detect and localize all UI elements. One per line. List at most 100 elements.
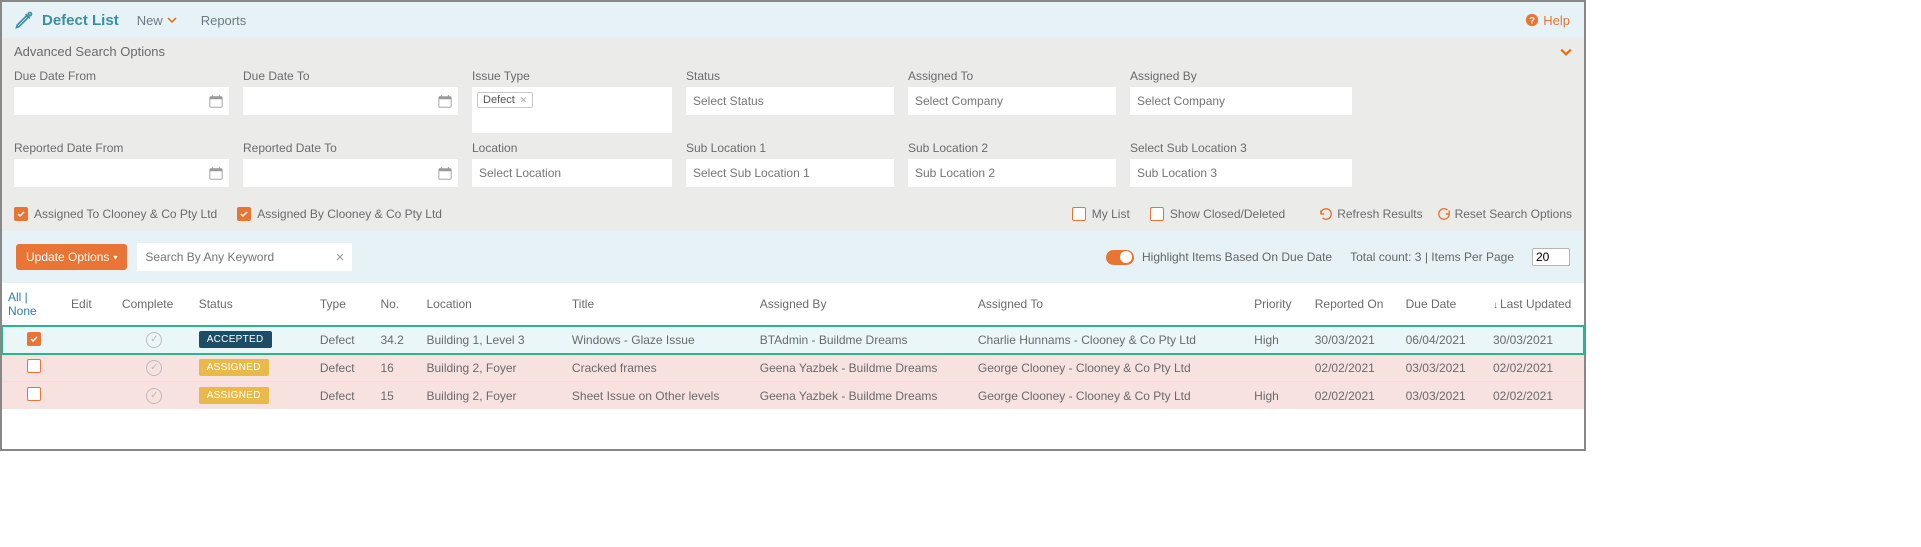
cell-title: Windows - Glaze Issue (566, 326, 754, 354)
update-options-button[interactable]: Update Options ▾ (16, 244, 127, 270)
cell-title: Sheet Issue on Other levels (566, 382, 754, 410)
calendar-icon[interactable] (438, 94, 452, 108)
reset-icon (1437, 207, 1451, 221)
complete-icon[interactable]: ✓ (146, 360, 162, 376)
refresh-icon (1319, 207, 1333, 221)
checkbox-empty-icon (1150, 207, 1164, 221)
keyword-search-input[interactable]: × (137, 243, 352, 271)
col-type[interactable]: Type (314, 283, 375, 326)
highlight-toggle[interactable] (1106, 250, 1134, 265)
items-per-page-input[interactable] (1532, 248, 1570, 266)
cell-assigned-to: Charlie Hunnams - Clooney & Co Pty Ltd (972, 326, 1248, 354)
caret-down-icon: ▾ (113, 253, 117, 262)
col-select[interactable]: All | None (2, 283, 65, 326)
col-location[interactable]: Location (420, 283, 565, 326)
table-row[interactable]: ✓ ACCEPTED Defect 34.2 Building 1, Level… (2, 326, 1584, 354)
assigned-by-input[interactable] (1130, 87, 1352, 115)
my-list-check[interactable]: My List (1072, 207, 1130, 221)
cell-location: Building 2, Foyer (420, 354, 565, 382)
status-input[interactable] (686, 87, 894, 115)
total-count: Total count: 3 | Items Per Page (1350, 250, 1514, 264)
col-last-updated[interactable]: ↓Last Updated (1487, 283, 1584, 326)
advanced-search-header[interactable]: Advanced Search Options (2, 38, 1584, 65)
close-icon[interactable]: ✕ (520, 95, 528, 106)
col-assigned-by[interactable]: Assigned By (754, 283, 972, 326)
reports-button[interactable]: Reports (201, 13, 247, 28)
table-row[interactable]: ✓ ASSIGNED Defect 16 Building 2, Foyer C… (2, 354, 1584, 382)
reported-from-label: Reported Date From (14, 141, 229, 155)
calendar-icon[interactable] (209, 94, 223, 108)
cell-no: 34.2 (374, 326, 420, 354)
cell-title: Cracked frames (566, 354, 754, 382)
cell-type: Defect (314, 326, 375, 354)
cell-priority: High (1248, 382, 1309, 410)
col-due-date[interactable]: Due Date (1400, 283, 1487, 326)
reset-search-link[interactable]: Reset Search Options (1437, 207, 1572, 221)
sub3-label: Select Sub Location 3 (1130, 141, 1352, 155)
sub3-input[interactable] (1130, 159, 1352, 187)
cell-due-date: 03/03/2021 (1400, 354, 1487, 382)
col-no[interactable]: No. (374, 283, 420, 326)
row-checkbox[interactable] (27, 359, 41, 373)
assigned-to-input[interactable] (908, 87, 1116, 115)
col-title[interactable]: Title (566, 283, 754, 326)
cell-assigned-by: Geena Yazbek - Buildme Dreams (754, 354, 972, 382)
due-to-input[interactable] (243, 87, 458, 115)
highlight-label: Highlight Items Based On Due Date (1142, 250, 1332, 264)
assigned-by-me-check[interactable]: Assigned By Clooney & Co Pty Ltd (237, 207, 442, 221)
refresh-results-link[interactable]: Refresh Results (1319, 207, 1422, 221)
cell-type: Defect (314, 382, 375, 410)
status-label: Status (686, 69, 894, 83)
issue-type-input[interactable]: Defect✕ (472, 87, 672, 133)
sub1-label: Sub Location 1 (686, 141, 894, 155)
col-complete[interactable]: Complete (116, 283, 193, 326)
reported-from-input[interactable] (14, 159, 229, 187)
location-label: Location (472, 141, 672, 155)
due-from-input[interactable] (14, 87, 229, 115)
sub1-input[interactable] (686, 159, 894, 187)
cell-location: Building 1, Level 3 (420, 326, 565, 354)
calendar-icon[interactable] (209, 166, 223, 180)
cell-type: Defect (314, 354, 375, 382)
clear-search-icon[interactable]: × (336, 249, 345, 266)
cell-no: 16 (374, 354, 420, 382)
due-from-label: Due Date From (14, 69, 229, 83)
assigned-to-me-check[interactable]: Assigned To Clooney & Co Pty Ltd (14, 207, 217, 221)
table-row[interactable]: ✓ ASSIGNED Defect 15 Building 2, Foyer S… (2, 382, 1584, 410)
status-badge: ASSIGNED (199, 387, 269, 404)
help-link[interactable]: ? Help (1525, 13, 1570, 28)
col-status[interactable]: Status (193, 283, 314, 326)
due-to-label: Due Date To (243, 69, 458, 83)
issue-type-tag[interactable]: Defect✕ (477, 92, 533, 108)
col-assigned-to[interactable]: Assigned To (972, 283, 1248, 326)
cell-no: 15 (374, 382, 420, 410)
tools-icon (14, 10, 34, 30)
checkbox-checked-icon (14, 207, 28, 221)
cell-priority (1248, 354, 1309, 382)
sub2-input[interactable] (908, 159, 1116, 187)
calendar-icon[interactable] (438, 166, 452, 180)
new-button[interactable]: New (137, 13, 177, 28)
col-edit[interactable]: Edit (65, 283, 116, 326)
cell-reported-on: 30/03/2021 (1309, 326, 1400, 354)
reported-to-input[interactable] (243, 159, 458, 187)
cell-reported-on: 02/02/2021 (1309, 382, 1400, 410)
col-priority[interactable]: Priority (1248, 283, 1309, 326)
cell-last-updated: 02/02/2021 (1487, 382, 1584, 410)
assigned-by-label: Assigned By (1130, 69, 1352, 83)
row-checkbox[interactable] (27, 387, 41, 401)
show-closed-check[interactable]: Show Closed/Deleted (1150, 207, 1285, 221)
sort-desc-icon: ↓ (1493, 300, 1498, 311)
checkbox-checked-icon (237, 207, 251, 221)
cell-last-updated: 30/03/2021 (1487, 326, 1584, 354)
chevron-down-icon (167, 15, 177, 25)
complete-icon[interactable]: ✓ (146, 332, 162, 348)
svg-text:?: ? (1529, 16, 1535, 27)
row-checkbox[interactable] (27, 332, 41, 346)
status-badge: ACCEPTED (199, 331, 272, 348)
assigned-to-label: Assigned To (908, 69, 1116, 83)
col-reported-on[interactable]: Reported On (1309, 283, 1400, 326)
cell-assigned-by: BTAdmin - Buildme Dreams (754, 326, 972, 354)
location-input[interactable] (472, 159, 672, 187)
complete-icon[interactable]: ✓ (146, 388, 162, 404)
